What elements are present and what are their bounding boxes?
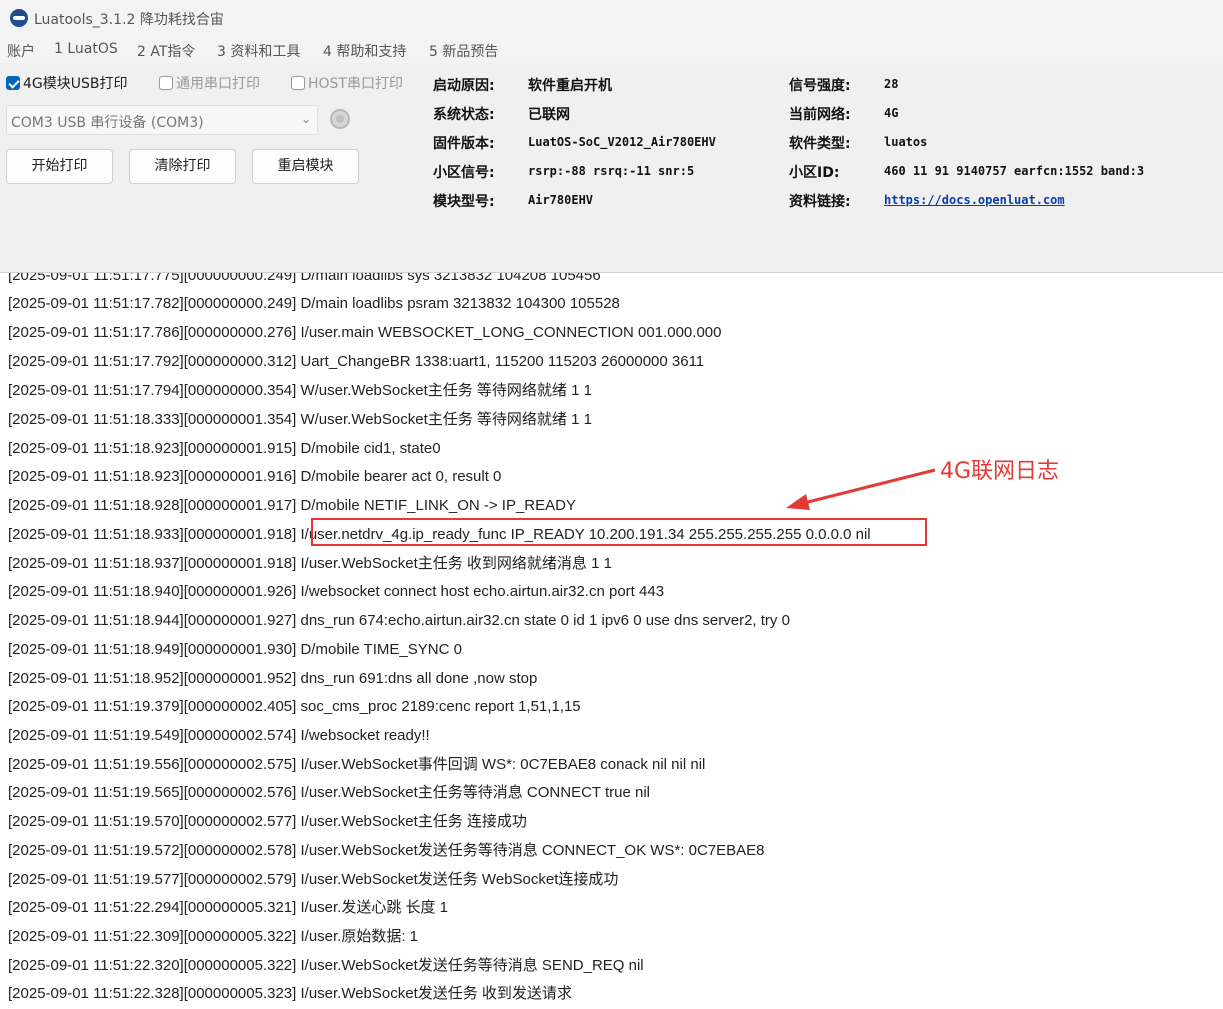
boot-reason-value: 软件重启开机 bbox=[528, 78, 612, 94]
signal-strength-label: 信号强度: bbox=[789, 78, 851, 94]
current-network-value: 4G bbox=[884, 106, 899, 120]
module-model-value: Air780EHV bbox=[528, 193, 594, 207]
log-line: [2025-09-01 11:51:19.549][000000002.574]… bbox=[8, 727, 430, 744]
docs-link[interactable]: https://docs.openluat.com bbox=[884, 193, 1065, 207]
control-panel: 4G模块USB打印 通用串口打印 HOST串口打印 COM3 USB 串行设备 … bbox=[0, 63, 1223, 273]
menu-new-products[interactable]: 5 新品预告 bbox=[429, 41, 498, 61]
cell-signal-value: rsrp:-88 rsrq:-11 snr:5 bbox=[528, 164, 695, 178]
clear-print-button[interactable]: 清除打印 bbox=[129, 149, 236, 184]
port-select-value: COM3 USB 串行设备 (COM3) bbox=[11, 115, 204, 131]
log-line: [2025-09-01 11:51:18.333][000000001.354]… bbox=[8, 411, 592, 428]
system-status-label: 系统状态: bbox=[433, 107, 495, 123]
host-print-checkbox[interactable]: HOST串口打印 bbox=[291, 73, 403, 93]
boot-reason-label: 启动原因: bbox=[433, 78, 495, 94]
restart-module-button[interactable]: 重启模块 bbox=[252, 149, 359, 184]
uart-print-checkbox[interactable]: 通用串口打印 bbox=[159, 73, 260, 93]
current-network-label: 当前网络: bbox=[789, 107, 851, 123]
log-line: [2025-09-01 11:51:19.556][000000002.575]… bbox=[8, 756, 706, 773]
usb-print-checkbox[interactable]: 4G模块USB打印 bbox=[6, 73, 128, 93]
connection-status-indicator-icon bbox=[330, 109, 350, 129]
app-logo-icon bbox=[10, 9, 28, 27]
log-line: [2025-09-01 11:51:18.940][000000001.926]… bbox=[8, 583, 665, 600]
host-print-label: HOST串口打印 bbox=[308, 76, 403, 92]
log-line: [2025-09-01 11:51:18.949][000000001.930]… bbox=[8, 641, 462, 658]
log-line: [2025-09-01 11:51:18.937][000000001.918]… bbox=[8, 555, 612, 572]
title-bar: Luatools_3.1.2 降功耗找合宙 bbox=[0, 0, 1223, 38]
log-line: [2025-09-01 11:51:19.577][000000002.579]… bbox=[8, 871, 619, 888]
log-line: [2025-09-01 11:51:18.923][000000001.915]… bbox=[8, 440, 441, 457]
log-line: [2025-09-01 11:51:22.294][000000005.321]… bbox=[8, 899, 449, 916]
log-line: [2025-09-01 11:51:18.923][000000001.916]… bbox=[8, 468, 502, 485]
log-line: [2025-09-01 11:51:18.928][000000001.917]… bbox=[8, 497, 576, 514]
log-line: [2025-09-01 11:51:19.572][000000002.578]… bbox=[8, 842, 765, 859]
cell-id-value: 460 11 91 9140757 earfcn:1552 band:3 bbox=[884, 164, 1145, 178]
menu-luatos[interactable]: 1 LuatOS bbox=[54, 41, 118, 57]
annotation-arrow-icon bbox=[786, 468, 936, 510]
usb-print-label: 4G模块USB打印 bbox=[23, 76, 128, 92]
software-type-label: 软件类型: bbox=[789, 136, 851, 152]
checkbox-unchecked-icon bbox=[159, 76, 173, 90]
log-line: [2025-09-01 11:51:19.565][000000002.576]… bbox=[8, 784, 651, 801]
firmware-label: 固件版本: bbox=[433, 136, 495, 152]
log-line: [2025-09-01 11:51:18.952][000000001.952]… bbox=[8, 670, 538, 687]
annotation-label: 4G联网日志 bbox=[940, 459, 1060, 484]
log-line: [2025-09-01 11:51:22.328][000000005.323]… bbox=[8, 985, 572, 1002]
log-line: [2025-09-01 11:51:17.792][000000000.312]… bbox=[8, 353, 705, 370]
menu-docs-tools[interactable]: 3 资料和工具 bbox=[217, 41, 300, 61]
checkbox-checked-icon bbox=[6, 76, 20, 90]
port-select[interactable]: COM3 USB 串行设备 (COM3) ⌄ bbox=[6, 105, 318, 135]
chevron-down-icon: ⌄ bbox=[300, 112, 311, 126]
start-print-button[interactable]: 开始打印 bbox=[6, 149, 113, 184]
log-line: [2025-09-01 11:51:19.379][000000002.405]… bbox=[8, 698, 581, 715]
log-output[interactable]: [2025-09-01 11:51:17.775][000000000.249]… bbox=[0, 273, 1223, 1009]
log-line: [2025-09-01 11:51:18.944][000000001.927]… bbox=[8, 612, 790, 629]
menu-account[interactable]: 账户 bbox=[7, 41, 35, 61]
uart-print-label: 通用串口打印 bbox=[176, 76, 260, 92]
log-line: [2025-09-01 11:51:17.794][000000000.354]… bbox=[8, 382, 592, 399]
cell-id-label: 小区ID: bbox=[789, 165, 840, 181]
docs-link-label: 资料链接: bbox=[789, 194, 851, 210]
log-line: [2025-09-01 11:51:17.782][000000000.249]… bbox=[8, 295, 620, 312]
menu-at-commands[interactable]: 2 AT指令 bbox=[137, 41, 195, 61]
log-line: [2025-09-01 11:51:22.309][000000005.322]… bbox=[8, 928, 419, 945]
menu-help-support[interactable]: 4 帮助和支持 bbox=[323, 41, 406, 61]
cell-signal-label: 小区信号: bbox=[433, 165, 495, 181]
log-line: [2025-09-01 11:51:17.775][000000000.249]… bbox=[8, 273, 601, 284]
highlight-box bbox=[311, 518, 927, 546]
log-line: [2025-09-01 11:51:17.786][000000000.276]… bbox=[8, 324, 722, 341]
checkbox-unchecked-icon bbox=[291, 76, 305, 90]
firmware-value: LuatOS-SoC_V2012_Air780EHV bbox=[528, 135, 716, 149]
module-model-label: 模块型号: bbox=[433, 194, 495, 210]
software-type-value: luatos bbox=[884, 135, 928, 149]
signal-strength-value: 28 bbox=[884, 77, 899, 91]
menu-bar: 账户 1 LuatOS 2 AT指令 3 资料和工具 4 帮助和支持 5 新品预… bbox=[0, 38, 1223, 63]
system-status-value: 已联网 bbox=[528, 107, 570, 123]
window-title: Luatools_3.1.2 降功耗找合宙 bbox=[34, 12, 224, 28]
log-line: [2025-09-01 11:51:22.320][000000005.322]… bbox=[8, 957, 644, 974]
log-line: [2025-09-01 11:51:19.570][000000002.577]… bbox=[8, 813, 527, 830]
